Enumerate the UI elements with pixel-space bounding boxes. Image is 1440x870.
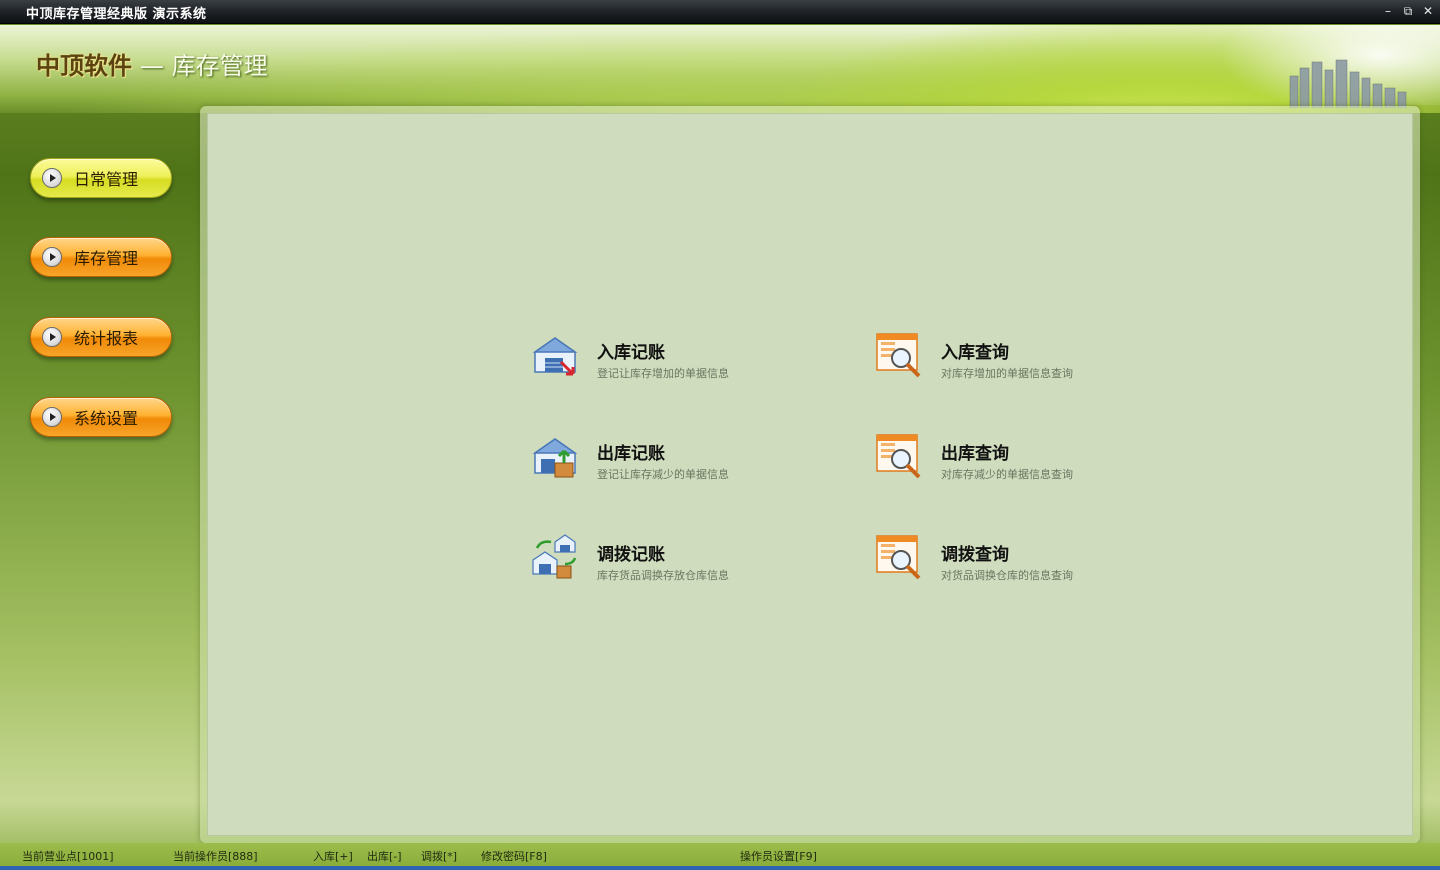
status-operator: 当前操作员[888]	[173, 850, 258, 863]
item-desc: 登记让库存增加的单据信息	[597, 367, 729, 380]
stock-out-entry[interactable]: 出库记账 登记让库存减少的单据信息	[531, 433, 821, 493]
nav-label: 日常管理	[74, 170, 139, 189]
transfer-query[interactable]: 调拨查询 对货品调换仓库的信息查询	[875, 534, 1165, 594]
status-bar: 当前营业点[1001] 当前操作员[888] 入库[+] 出库[-] 调拨[*]…	[0, 843, 1440, 867]
window-bottom-border	[0, 866, 1440, 870]
transfer-entry[interactable]: 调拨记账 库存货品调换存放仓库信息	[531, 534, 821, 594]
item-title: 出库记账	[597, 444, 665, 464]
shortcut-stock-in[interactable]: 入库[+]	[313, 848, 353, 864]
app-brand: 中顶软件 — 库存管理	[36, 46, 268, 81]
stock-out-query[interactable]: 出库查询 对库存减少的单据信息查询	[875, 433, 1165, 493]
item-title: 调拨记账	[597, 545, 665, 565]
brand-name: 中顶软件	[36, 52, 132, 80]
city-skyline-icon	[1289, 59, 1407, 108]
play-icon	[42, 407, 62, 427]
shortcut-stock-out[interactable]: 出库[-]	[367, 848, 402, 864]
play-icon	[42, 168, 62, 188]
title-bar: 中顶库存管理经典版 演示系统 – ⧉ ✕	[0, 0, 1440, 24]
item-desc: 对货品调换仓库的信息查询	[941, 569, 1073, 582]
shortcut-transfer[interactable]: 调拨[*]	[421, 848, 457, 864]
restore-button[interactable]: ⧉	[1400, 3, 1416, 19]
nav-daily-management[interactable]: 日常管理	[30, 158, 172, 198]
nav-label: 库存管理	[74, 249, 139, 268]
play-icon	[42, 327, 62, 347]
document-search-icon	[876, 535, 921, 580]
minimize-button[interactable]: –	[1380, 3, 1396, 19]
item-desc: 库存货品调换存放仓库信息	[597, 569, 729, 582]
warehouse-in-icon	[532, 337, 578, 376]
status-branch: 当前营业点[1001]	[22, 850, 114, 863]
nav-system-settings[interactable]: 系统设置	[30, 397, 172, 437]
nav-label: 系统设置	[74, 409, 139, 428]
warehouse-transfer-icon	[532, 534, 577, 579]
stock-in-entry[interactable]: 入库记账 登记让库存增加的单据信息	[531, 332, 821, 392]
item-title: 入库查询	[941, 343, 1009, 363]
item-desc: 登记让库存减少的单据信息	[597, 468, 729, 481]
section-title: — 库存管理	[140, 52, 268, 80]
stock-in-query[interactable]: 入库查询 对库存增加的单据信息查询	[875, 332, 1165, 392]
nav-label: 统计报表	[74, 329, 139, 348]
item-desc: 对库存减少的单据信息查询	[941, 468, 1073, 481]
item-title: 调拨查询	[941, 545, 1009, 565]
document-search-icon	[876, 333, 921, 378]
item-title: 入库记账	[597, 343, 665, 363]
nav-inventory-management[interactable]: 库存管理	[30, 237, 172, 277]
close-button[interactable]: ✕	[1420, 3, 1436, 19]
item-desc: 对库存增加的单据信息查询	[941, 367, 1073, 380]
shortcut-operator-settings[interactable]: 操作员设置[F9]	[740, 848, 817, 864]
shortcut-change-password[interactable]: 修改密码[F8]	[481, 848, 547, 864]
document-search-icon	[876, 434, 921, 479]
window-title: 中顶库存管理经典版 演示系统	[26, 7, 207, 22]
item-title: 出库查询	[941, 444, 1009, 464]
warehouse-out-icon	[532, 438, 578, 478]
play-icon	[42, 247, 62, 267]
nav-statistics-reports[interactable]: 统计报表	[30, 317, 172, 357]
